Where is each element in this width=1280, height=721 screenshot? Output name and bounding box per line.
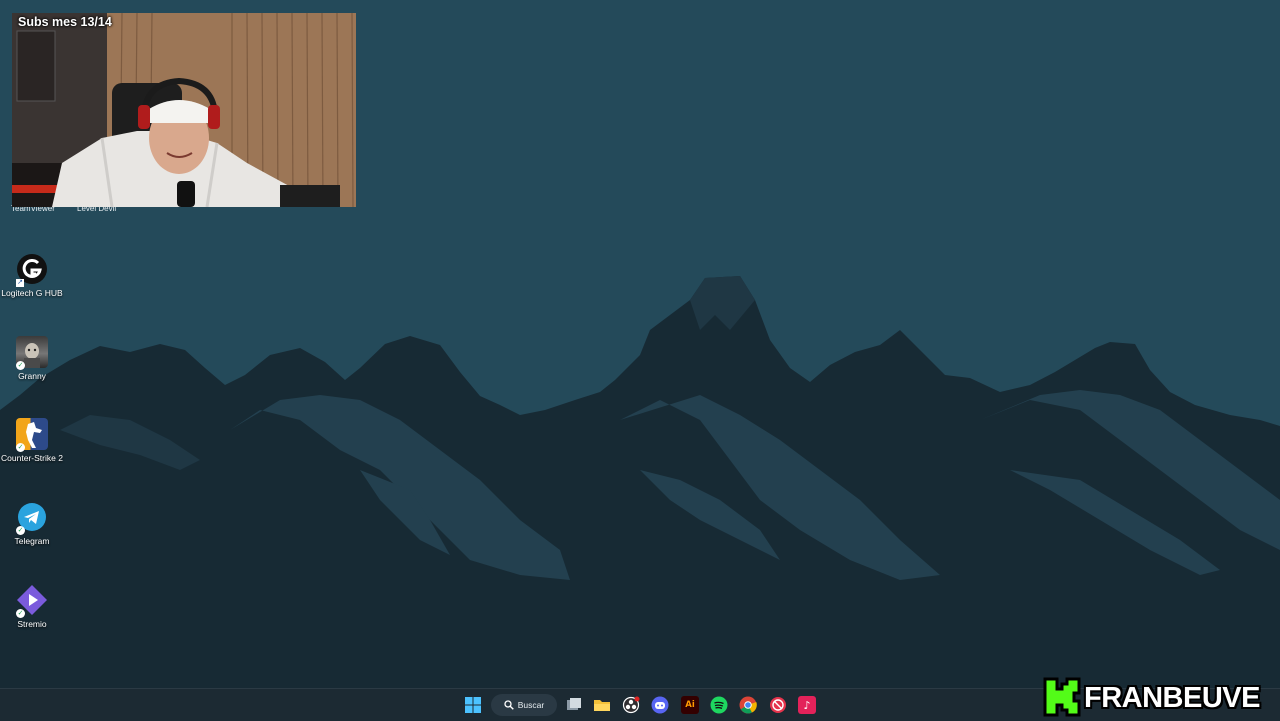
desktop-icon-granny[interactable]: ✓ Granny [0, 336, 65, 381]
desktop-icon-stremio[interactable]: ✓ Stremio [0, 584, 65, 629]
shortcut-arrow-icon: ↗ [16, 279, 24, 287]
sync-check-icon: ✓ [16, 526, 25, 535]
brand-name: FRANBEUVE [1084, 682, 1260, 714]
desktop-icon-label: Stremio [17, 619, 47, 629]
desktop-icon-counter-strike-2[interactable]: ✓ Counter-Strike 2 [0, 418, 65, 463]
discord-icon[interactable] [651, 696, 669, 714]
granny-icon: ✓ [16, 336, 48, 370]
obs-icon[interactable] [622, 696, 640, 714]
franbeuve-watermark: FRANBEUVE [1042, 676, 1278, 718]
subs-counter-overlay: Subs mes 13/14 [18, 15, 112, 29]
spotify-icon[interactable] [710, 696, 728, 714]
search-label: Buscar [517, 700, 545, 710]
task-view-icon[interactable] [565, 696, 583, 714]
chrome-icon[interactable] [739, 696, 757, 714]
sync-check-icon: ✓ [16, 443, 25, 452]
desktop-icon-label: Counter-Strike 2 [1, 453, 63, 463]
search-icon [504, 700, 514, 710]
tiktok-icon[interactable]: ♪ [798, 696, 816, 714]
kick-logo-icon [1043, 677, 1081, 717]
telegram-icon: ✓ [16, 501, 48, 535]
desktop-icon-telegram[interactable]: ✓ Telegram [0, 501, 65, 546]
desktop-icon-label: Telegram [14, 536, 50, 546]
desktop-icon-label: Granny [18, 371, 46, 381]
desktop-icon-logitech-ghub[interactable]: ↗ Logitech G HUB [0, 253, 65, 298]
sync-check-icon: ✓ [16, 609, 25, 618]
logitech-ghub-icon: ↗ [16, 253, 48, 287]
sync-check-icon: ✓ [16, 361, 25, 370]
webcam-overlay: Subs mes 13/14 [12, 13, 356, 207]
stremio-icon: ✓ [16, 584, 48, 618]
app-icon[interactable] [769, 696, 787, 714]
taskbar-search[interactable]: Buscar [491, 694, 557, 716]
desktop-icon-label: Logitech G HUB [1, 288, 63, 298]
start-icon[interactable] [464, 696, 482, 714]
adobe-illustrator-icon[interactable]: Ai [681, 696, 699, 714]
counter-strike-icon: ✓ [16, 418, 48, 452]
webcam-feed [12, 13, 356, 207]
file-explorer-icon[interactable] [593, 696, 611, 714]
